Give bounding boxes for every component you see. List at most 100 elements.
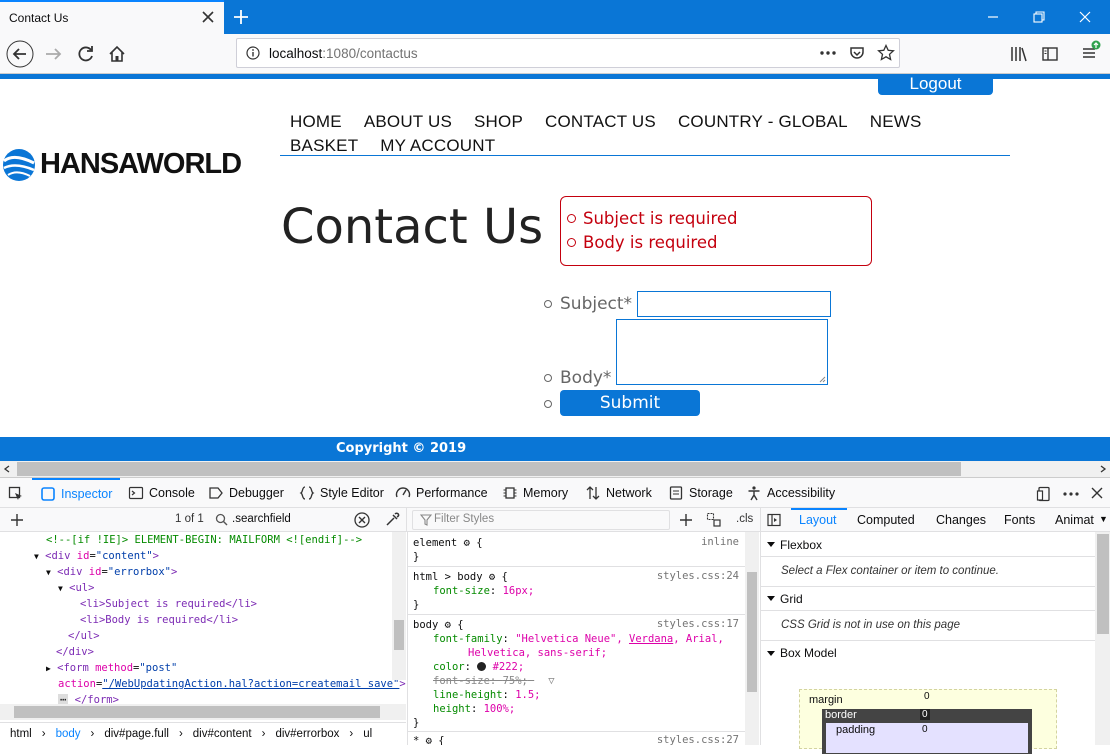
sidebar-vertical-scrollbar[interactable] [1095, 532, 1110, 745]
rule-declaration[interactable]: color: #222; [433, 660, 524, 674]
markup-line[interactable]: </div> [56, 644, 94, 660]
tab-debugger[interactable]: Debugger [208, 478, 284, 508]
markup-line[interactable]: action="/WebUpdatingAction.hal?action=cr… [58, 676, 406, 692]
back-icon[interactable] [6, 40, 34, 68]
margin-top-value[interactable]: 0 [924, 691, 930, 702]
rule-selector[interactable]: body ⚙ { [413, 618, 464, 632]
breadcrumb-item[interactable]: html [10, 728, 32, 740]
scroll-right-icon[interactable] [1099, 465, 1107, 473]
nav-basket[interactable]: BASKET [290, 136, 358, 155]
scrollbar-thumb[interactable] [1097, 534, 1109, 634]
nav-contact-us[interactable]: CONTACT US [545, 112, 656, 131]
tab-accessibility[interactable]: Accessibility [746, 478, 835, 508]
nav-about-us[interactable]: ABOUT US [364, 112, 452, 131]
markup-line[interactable]: ▼ <ul> [58, 580, 94, 596]
breadcrumb-item[interactable]: div#page.full [104, 728, 169, 740]
tab-network[interactable]: Network [585, 478, 652, 508]
forward-icon[interactable] [40, 40, 68, 68]
close-devtools-icon[interactable] [1090, 486, 1104, 500]
close-tab-icon[interactable] [200, 9, 216, 25]
submit-button[interactable]: Submit [560, 390, 700, 416]
hansaworld-logo[interactable]: HANSAWORLD [0, 144, 254, 184]
breadcrumb-item[interactable]: body [56, 728, 81, 740]
border-top-value[interactable]: 0 [920, 709, 930, 720]
nav-shop[interactable]: SHOP [474, 112, 523, 131]
toggle-classes-icon[interactable] [706, 512, 722, 528]
rule-source[interactable]: styles.css:24 [657, 570, 739, 582]
markup-line[interactable]: </ul> [68, 628, 100, 644]
breadcrumb-item[interactable]: div#content [193, 728, 252, 740]
tab-performance[interactable]: Performance [395, 478, 488, 508]
markup-line[interactable]: <!--[if !IE]> ELEMENT-BEGIN: MAILFORM <!… [46, 532, 362, 548]
tab-style-editor[interactable]: Style Editor [299, 478, 384, 508]
chevron-down-icon[interactable]: ▼ [1099, 514, 1108, 524]
tab-memory[interactable]: Memory [502, 478, 568, 508]
tab-inspector[interactable]: Inspector [32, 478, 121, 508]
more-options-icon[interactable] [1062, 486, 1080, 502]
markup-line[interactable]: ▼ <div id="content"> [34, 548, 159, 564]
rules-vertical-scrollbar[interactable] [745, 532, 759, 745]
filter-icon[interactable]: ▽ [548, 674, 554, 688]
resize-grip-icon[interactable] [818, 375, 826, 383]
scroll-left-icon[interactable] [3, 465, 11, 473]
box-model-section-header[interactable]: Box Model [761, 641, 1095, 665]
body-textarea[interactable] [616, 319, 828, 385]
rule-selector[interactable]: * ⚙ { [413, 734, 445, 745]
padding-top-value[interactable]: 0 [922, 724, 928, 735]
scrollbar-thumb[interactable] [747, 572, 757, 692]
filter-styles-box[interactable] [412, 510, 670, 530]
element-picker-icon[interactable] [8, 486, 24, 502]
home-icon[interactable] [103, 40, 131, 68]
rule-source[interactable]: inline [701, 536, 739, 548]
reload-icon[interactable] [72, 40, 100, 68]
markup-horizontal-scrollbar[interactable] [0, 704, 406, 720]
breadcrumb-item[interactable]: ul [363, 728, 372, 740]
color-swatch[interactable] [477, 662, 487, 671]
minimize-icon[interactable] [981, 6, 1005, 28]
rule-declaration[interactable]: line-height: 1.5; [433, 688, 541, 702]
logout-button[interactable]: Logout [878, 75, 993, 95]
nav-home[interactable]: HOME [290, 112, 342, 131]
rule-source[interactable]: styles.css:17 [657, 618, 739, 630]
eyedropper-icon[interactable] [384, 512, 400, 528]
responsive-mode-icon[interactable] [1036, 486, 1052, 502]
tab-fonts[interactable]: Fonts [1004, 513, 1035, 527]
page-actions-icon[interactable] [819, 46, 837, 60]
scrollbar-thumb[interactable] [14, 706, 380, 718]
markup-line[interactable]: ▼ <div id="errorbox"> [46, 564, 177, 580]
close-window-icon[interactable] [1073, 6, 1097, 28]
rule-declaration[interactable]: font-family: "Helvetica Neue", Verdana, … [433, 632, 724, 646]
restore-icon[interactable] [1027, 6, 1051, 28]
tab-console[interactable]: Console [128, 478, 195, 508]
sidebar-icon[interactable] [1041, 45, 1059, 63]
scrollbar-thumb[interactable] [17, 462, 961, 476]
nav-news[interactable]: NEWS [870, 112, 922, 131]
markup-line[interactable]: ▶ <form method="post" [46, 660, 177, 676]
markup-line[interactable]: <li>Subject is required</li> [80, 596, 257, 612]
browser-tab[interactable]: Contact Us [0, 0, 224, 34]
scrollbar-thumb[interactable] [394, 620, 404, 650]
rule-selector[interactable]: html > body ⚙ { [413, 570, 508, 584]
new-tab-icon[interactable] [230, 6, 252, 28]
pocket-icon[interactable] [849, 45, 865, 61]
tab-animations[interactable]: Animat [1055, 513, 1094, 527]
tab-changes[interactable]: Changes [936, 513, 986, 527]
breadcrumb-item[interactable]: div#errorbox [275, 728, 339, 740]
page-horizontal-scrollbar[interactable] [0, 461, 1110, 477]
library-icon[interactable] [1009, 45, 1027, 63]
url-bar[interactable]: localhost:1080/contactus [236, 38, 900, 68]
markup-line[interactable]: <li>Body is required</li> [80, 612, 238, 628]
nav-country-global[interactable]: COUNTRY - GLOBAL [678, 112, 848, 131]
bookmark-star-icon[interactable] [877, 44, 895, 62]
clear-search-icon[interactable] [354, 512, 370, 528]
rule-declaration-overridden[interactable]: font-size: 75%; ▽ [433, 674, 555, 688]
tab-layout[interactable]: Layout [799, 513, 837, 527]
markup-line[interactable]: ⋯ </form> [58, 692, 119, 704]
rule-declaration[interactable]: height: 100%; [433, 702, 515, 716]
url-text[interactable]: localhost:1080/contactus [269, 46, 418, 61]
subject-input[interactable] [637, 291, 831, 317]
nav-my-account[interactable]: MY ACCOUNT [380, 136, 495, 155]
menu-icon[interactable] [1080, 40, 1104, 64]
tab-computed[interactable]: Computed [857, 513, 915, 527]
toggle-sidebar-icon[interactable] [767, 513, 781, 527]
